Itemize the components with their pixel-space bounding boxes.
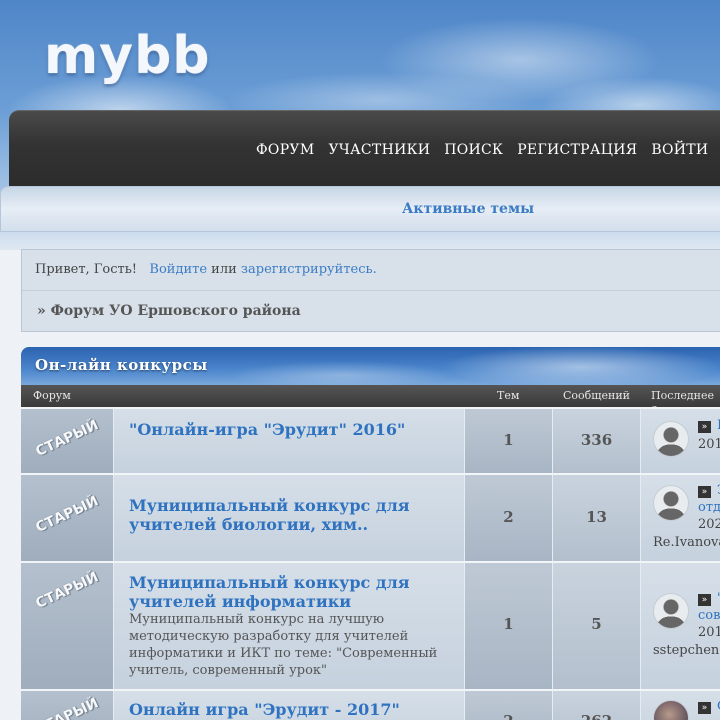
- forum-row: СТАРЫЙ Муниципальный конкурс для учителе…: [21, 561, 720, 689]
- go-to-post-icon[interactable]: »: [698, 702, 711, 714]
- register-link[interactable]: зарегистрируйтесь.: [241, 262, 377, 277]
- go-to-post-icon[interactable]: »: [698, 421, 711, 433]
- topics-count-cell: 2: [464, 691, 552, 720]
- forum-row: СТАРЫЙ Муниципальный конкурс для учителе…: [21, 473, 720, 561]
- forum-description: Муниципальный конкурс на лучшую методиче…: [129, 612, 438, 678]
- nav-search[interactable]: ПОИСК: [444, 142, 503, 158]
- forum-info: Муниципальный конкурс для учителей инфор…: [113, 563, 464, 689]
- active-topics-link[interactable]: Активные темы: [402, 201, 534, 217]
- forum-status-icon: СТАРЫЙ: [21, 409, 113, 473]
- table-header: Форум Тем Сообщений Последнее с: [21, 385, 720, 415]
- old-stamp-icon: СТАРЫЙ: [33, 695, 101, 720]
- posts-count-cell: 336: [552, 409, 640, 473]
- col-forum: Форум: [33, 389, 71, 402]
- forum-info: Онлайн игра "Эрудит - 2017": [113, 691, 464, 720]
- last-post-user[interactable]: sstepchen: [653, 643, 719, 658]
- mybb-logo[interactable]: mybb: [44, 30, 211, 82]
- nav-register[interactable]: РЕГИСТРАЦИЯ: [517, 142, 637, 158]
- old-stamp-icon: СТАРЫЙ: [33, 493, 101, 537]
- col-posts: Сообщений: [563, 389, 631, 402]
- posts-count: 5: [591, 615, 602, 633]
- forum-status-icon: СТАРЫЙ: [21, 563, 113, 689]
- last-post-link-cont[interactable]: отд: [698, 500, 720, 515]
- last-post-link-cont[interactable]: сов: [698, 608, 720, 623]
- main-menu: ФОРУМ УЧАСТНИКИ ПОИСК РЕГИСТРАЦИЯ ВОЙТИ: [256, 142, 708, 158]
- last-post-date: 201: [698, 437, 720, 452]
- main-navbar: ФОРУМ УЧАСТНИКИ ПОИСК РЕГИСТРАЦИЯ ВОЙТИ: [9, 110, 720, 186]
- posts-count-cell: 13: [552, 475, 640, 561]
- greeting-text: Привет, Гость!: [35, 262, 138, 277]
- user-avatar[interactable]: [653, 421, 689, 457]
- last-post-date: 201: [698, 625, 720, 640]
- last-post-cell: » З отд 202 Re.Ivanova: [640, 475, 720, 561]
- forum-title-link[interactable]: Муниципальный конкурс для учителей биоло…: [129, 496, 459, 534]
- login-link[interactable]: Войдите: [149, 262, 207, 277]
- go-to-post-icon[interactable]: »: [698, 486, 711, 498]
- divider: [22, 290, 720, 291]
- topics-count-cell: 1: [464, 563, 552, 689]
- go-to-post-icon[interactable]: »: [698, 594, 711, 606]
- forum-row: СТАРЫЙ Онлайн игра "Эрудит - 2017" 2 262…: [21, 689, 720, 720]
- forum-status-icon: СТАРЫЙ: [21, 691, 113, 720]
- forum-title-link[interactable]: "Онлайн-игра "Эрудит" 2016": [129, 420, 459, 439]
- topics-count-cell: 1: [464, 409, 552, 473]
- forum-title-link[interactable]: Муниципальный конкурс для учителей инфор…: [129, 573, 459, 611]
- posts-count: 262: [553, 712, 640, 720]
- last-post-user[interactable]: Re.Ivanova: [653, 535, 720, 550]
- old-stamp-icon: СТАРЫЙ: [33, 569, 101, 613]
- welcome-line: Привет, Гость! Войдите или зарегистрируй…: [35, 262, 377, 277]
- forum-row: СТАРЫЙ "Онлайн-игра "Эрудит" 2016" 1 336…: [21, 407, 720, 473]
- forum-status-icon: СТАРЫЙ: [21, 475, 113, 561]
- topics-count: 1: [503, 615, 514, 633]
- forum-title-link[interactable]: Онлайн игра "Эрудит - 2017": [129, 700, 459, 719]
- topics-count: 1: [503, 431, 514, 449]
- topics-count: 2: [465, 712, 552, 720]
- topics-count: 2: [503, 508, 514, 526]
- breadcrumb[interactable]: » Форум УО Ершовского района: [37, 303, 301, 319]
- forum-info: Муниципальный конкурс для учителей биоло…: [113, 475, 464, 561]
- or-text: или: [211, 262, 237, 277]
- user-avatar[interactable]: [653, 593, 689, 629]
- last-post-cell: » Н 201: [640, 409, 720, 473]
- category-header: Он-лайн конкурсы: [21, 347, 720, 385]
- last-post-date: 202: [698, 517, 720, 532]
- last-post-cell: » О: [640, 691, 720, 720]
- user-avatar[interactable]: [653, 485, 689, 521]
- user-avatar[interactable]: [653, 700, 689, 720]
- posts-count-cell: 262: [552, 691, 640, 720]
- posts-count: 336: [580, 431, 613, 449]
- posts-count-cell: 5: [552, 563, 640, 689]
- sub-navbar: Активные темы: [0, 186, 720, 232]
- last-post-cell: » " сов 201 sstepchen: [640, 563, 720, 689]
- forum-info: "Онлайн-игра "Эрудит" 2016": [113, 409, 464, 473]
- welcome-panel: Привет, Гость! Войдите или зарегистрируй…: [21, 249, 720, 332]
- posts-count: 13: [586, 508, 607, 526]
- col-topics: Тем: [497, 389, 520, 402]
- old-stamp-icon: СТАРЫЙ: [33, 417, 101, 461]
- nav-login[interactable]: ВОЙТИ: [651, 142, 708, 158]
- topics-count-cell: 2: [464, 475, 552, 561]
- nav-members[interactable]: УЧАСТНИКИ: [328, 142, 430, 158]
- nav-forum[interactable]: ФОРУМ: [256, 142, 314, 158]
- category-title[interactable]: Он-лайн конкурсы: [35, 356, 208, 374]
